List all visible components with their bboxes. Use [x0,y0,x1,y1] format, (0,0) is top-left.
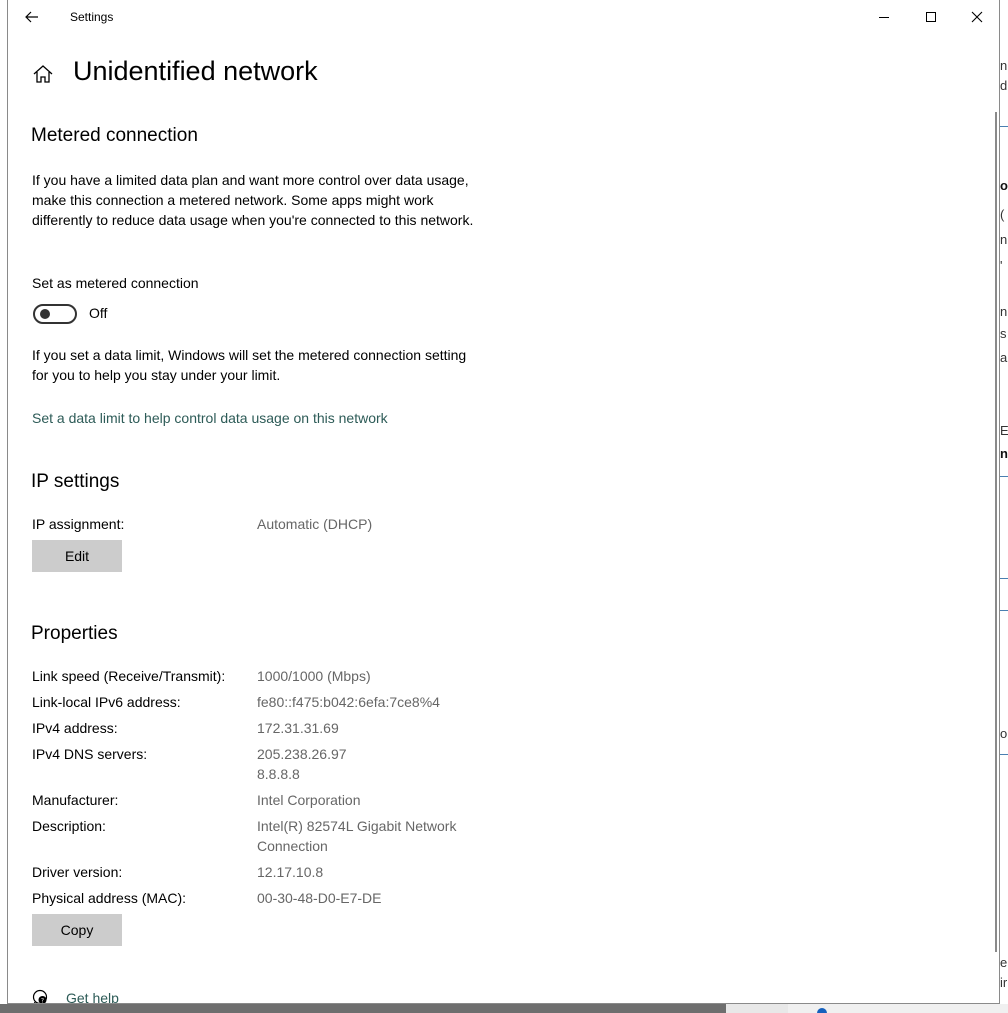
settings-window: Settings Unidentified network Metered co… [7,0,1000,1004]
driver-version-value: 12.17.10.8 [257,864,324,880]
help-chat-icon: ? [32,989,48,1005]
background-dark-area [0,1004,726,1013]
bg-divider [1000,754,1008,755]
manufacturer-label: Manufacturer: [32,792,119,808]
bg-text-fragment: s [1000,326,1007,341]
mac-address-label: Physical address (MAC): [32,890,187,906]
background-window: n d o ( n ' n s a E n o e ir [1000,0,1008,1013]
close-icon [971,11,983,23]
bg-text-fragment: n [1000,304,1008,319]
bg-text-fragment: o [1000,726,1008,741]
back-button[interactable] [18,4,46,30]
desktop: n d o ( n ' n s a E n o e ir Settings Un… [0,0,1008,1013]
minimize-button[interactable] [861,0,907,34]
bg-divider [1000,476,1008,477]
properties-heading: Properties [31,623,118,644]
metered-toggle-label: Set as metered connection [32,275,199,291]
ipv4-dns-value-2: 8.8.8.8 [257,766,300,782]
link-speed-value: 1000/1000 (Mbps) [257,668,371,684]
bg-text-fragment: n [1000,58,1008,73]
copy-button[interactable]: Copy [32,914,122,946]
bg-text-fragment: E [1000,423,1008,438]
manufacturer-value: Intel Corporation [257,792,361,808]
ip-settings-heading: IP settings [31,471,120,492]
ipv4-dns-value-1: 205.238.26.97 [257,746,347,762]
back-arrow-icon [25,11,38,23]
svg-text:?: ? [41,998,44,1005]
background-strip [0,1004,1008,1013]
bg-divider [1000,578,1008,579]
title-bar: Settings [8,0,999,34]
description-label: Description: [32,818,106,834]
bg-text-fragment: n [1000,446,1008,461]
bg-text-fragment: ir [1000,975,1008,990]
edit-button[interactable]: Edit [32,540,122,572]
ipv4-address-value: 172.31.31.69 [257,720,339,736]
bg-divider [1000,126,1008,127]
bg-text-fragment: ' [1000,258,1003,273]
set-data-limit-link[interactable]: Set a data limit to help control data us… [32,410,388,426]
ipv6-address-label: Link-local IPv6 address: [32,694,181,710]
bg-text-fragment: o [1000,178,1008,193]
metered-toggle[interactable] [33,304,77,324]
metered-toggle-state: Off [89,305,108,321]
maximize-icon [926,12,936,22]
link-speed-label: Link speed (Receive/Transmit): [32,668,226,684]
ipv4-dns-label: IPv4 DNS servers: [32,746,148,762]
bg-divider [1000,610,1008,611]
toggle-knob [40,309,50,319]
bg-text-fragment: d [1000,78,1008,93]
bg-text-fragment: n [1000,232,1008,247]
metered-connection-heading: Metered connection [31,125,198,146]
mac-address-value: 00-30-48-D0-E7-DE [257,890,382,906]
data-limit-note: If you set a data limit, Windows will se… [32,347,467,383]
bg-text-fragment: e [1000,955,1008,970]
ip-assignment-label: IP assignment: [32,516,125,532]
description-value-line-2: Connection [257,838,328,854]
ipv6-address-value: fe80::f475:b042:6efa:7ce8%4 [257,694,440,710]
description-value-line-1: Intel(R) 82574L Gigabit Network [257,818,457,834]
background-mid-area [726,1004,788,1013]
page-title: Unidentified network [73,56,318,86]
background-blue-dot [817,1008,827,1013]
ip-assignment-value: Automatic (DHCP) [257,516,373,532]
bg-text-fragment: a [1000,350,1008,365]
ipv4-address-label: IPv4 address: [32,720,118,736]
maximize-button[interactable] [908,0,954,34]
bg-text-fragment: ( [1000,207,1005,222]
home-icon [33,65,53,83]
close-button[interactable] [954,0,999,34]
driver-version-label: Driver version: [32,864,123,880]
get-help-link[interactable]: ? Get help [32,988,119,1005]
vertical-scrollbar[interactable] [995,112,997,952]
window-title: Settings [70,10,114,24]
home-button[interactable] [32,63,54,85]
metered-description: If you have a limited data plan and want… [32,172,474,228]
minimize-icon [879,17,889,18]
get-help-label: Get help [66,990,119,1004]
